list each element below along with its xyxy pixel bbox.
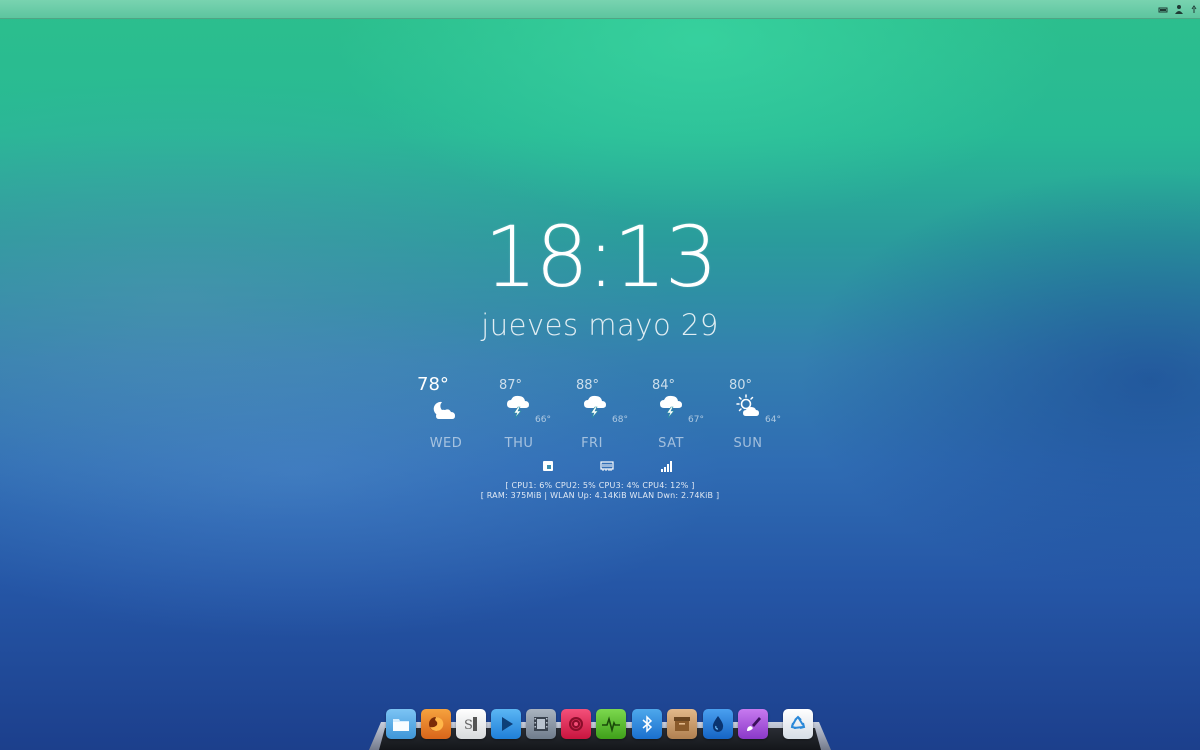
recycle-icon (790, 715, 806, 729)
weather-low: 67° (688, 415, 704, 425)
weather-day-fri: 88° 68° FRI (562, 372, 646, 462)
thunderstorm-icon (660, 395, 682, 418)
folder-icon (393, 719, 409, 731)
weather-day-label: FRI (581, 436, 603, 451)
weather-high: 87° (499, 378, 523, 393)
archive-icon (674, 717, 690, 731)
dock-media-player[interactable] (491, 709, 521, 739)
film-icon (534, 717, 548, 731)
dock-firefox[interactable] (421, 709, 451, 739)
dock-files[interactable] (386, 709, 416, 739)
weather-day-sat: 84° 67° SAT (638, 372, 722, 462)
clock-date: jueves mayo 29 (481, 308, 719, 342)
weather-high: 80° (729, 378, 753, 393)
bluetooth-icon (642, 715, 653, 733)
top-panel (0, 0, 1200, 19)
weather-day-sun: 80° 64° SUN (715, 372, 799, 462)
weather-low: 64° (765, 415, 781, 425)
clock-time: 18:13 (483, 208, 718, 306)
firefox-icon (429, 716, 444, 731)
droplet-icon (712, 716, 724, 732)
text-editor-icon: S (464, 717, 477, 733)
ram-icon (600, 461, 614, 471)
weather-low: 66° (535, 415, 551, 425)
user-icon[interactable] (1173, 2, 1185, 16)
weather-day-label: THU (504, 436, 534, 451)
brush-icon (747, 717, 761, 731)
music-disc-icon (569, 717, 583, 731)
weather-high: 84° (652, 378, 676, 393)
dock-archive[interactable] (667, 709, 697, 739)
play-icon (502, 717, 513, 731)
weather-day-label: SAT (658, 436, 684, 451)
cpu-usage-line: [ CPU1: 6% CPU2: 5% CPU3: 4% CPU4: 12% ] (505, 481, 695, 490)
weather-day-thu: 87° 66° THU (485, 372, 569, 462)
wifi-signal-icon (661, 461, 672, 472)
cpu-icon (543, 461, 553, 471)
ram-network-line: [ RAM: 375MiB | WLAN Up: 4.14KiB WLAN Dw… (480, 491, 720, 500)
dock-color-picker[interactable] (703, 709, 733, 739)
network-icon[interactable] (1189, 2, 1199, 16)
weather-day-label: SUN (733, 436, 763, 451)
dock-system-monitor[interactable] (596, 709, 626, 739)
dock-videos[interactable] (526, 709, 556, 739)
battery-icon[interactable] (1157, 2, 1169, 16)
moon-cloud-icon (433, 401, 455, 419)
dock-paint[interactable] (738, 709, 768, 739)
weather-high: 78° (417, 374, 449, 395)
dock-scratch[interactable]: S (456, 709, 486, 739)
thunderstorm-icon (584, 395, 606, 418)
weather-low: 68° (612, 415, 628, 425)
sun-cloud-icon (736, 394, 759, 416)
desktop: 18:13 jueves mayo 29 78° WED 87° 66° THU… (0, 0, 1200, 750)
weather-day-label: WED (429, 436, 463, 451)
weather-high: 88° (576, 378, 600, 393)
svg-text:S: S (464, 718, 473, 733)
dock-music[interactable] (561, 709, 591, 739)
dock-bluetooth[interactable] (632, 709, 662, 739)
dock-trash[interactable] (783, 709, 813, 739)
activity-icon (602, 716, 620, 733)
thunderstorm-icon (507, 395, 529, 418)
